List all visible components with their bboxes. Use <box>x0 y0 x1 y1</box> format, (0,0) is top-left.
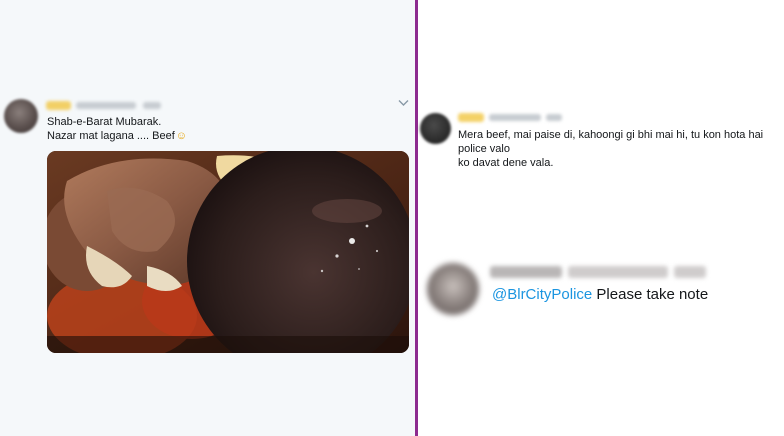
right-tweet-line-2: ko davat dene vala. <box>458 157 554 169</box>
right-author-avatar[interactable] <box>420 113 451 144</box>
beef-dish-photo <box>47 151 409 353</box>
tweet-photo[interactable] <box>47 151 409 353</box>
relieved-face-emoji: ☺ <box>175 130 188 142</box>
left-tweet-line-1: Shab-e-Barat Mubarak. <box>47 116 162 128</box>
left-author-name-redacted[interactable] <box>46 101 71 110</box>
left-tweet-line-2: Nazar mat lagana .... Beef <box>47 130 175 142</box>
reply-tweet-text: @BlrCityPolice Please take note <box>492 286 708 304</box>
left-tweet-panel: Shab-e-Barat Mubarak. Nazar mat lagana .… <box>0 0 415 436</box>
right-tweet-text: Mera beef, mai paise di, kahoongi gi bhi… <box>458 128 778 170</box>
right-tweet-panel <box>418 0 784 436</box>
chevron-down-icon[interactable] <box>397 98 409 110</box>
right-timestamp-redacted <box>546 114 562 121</box>
reply-author-name-redacted[interactable] <box>490 266 562 278</box>
right-author-name-redacted[interactable] <box>458 113 484 122</box>
left-timestamp-redacted <box>143 102 161 109</box>
mention-link[interactable]: @BlrCityPolice <box>492 286 592 303</box>
right-author-handle-redacted <box>489 114 541 121</box>
right-tweet-line-1: Mera beef, mai paise di, kahoongi gi bhi… <box>458 129 764 155</box>
left-tweet-text: Shab-e-Barat Mubarak. Nazar mat lagana .… <box>47 115 187 143</box>
reply-author-handle-redacted <box>568 266 668 278</box>
reply-body: Please take note <box>592 286 709 303</box>
reply-author-avatar[interactable] <box>427 263 479 315</box>
reply-timestamp-redacted <box>674 266 706 278</box>
left-author-handle-redacted <box>76 102 136 109</box>
left-author-avatar[interactable] <box>4 99 38 133</box>
